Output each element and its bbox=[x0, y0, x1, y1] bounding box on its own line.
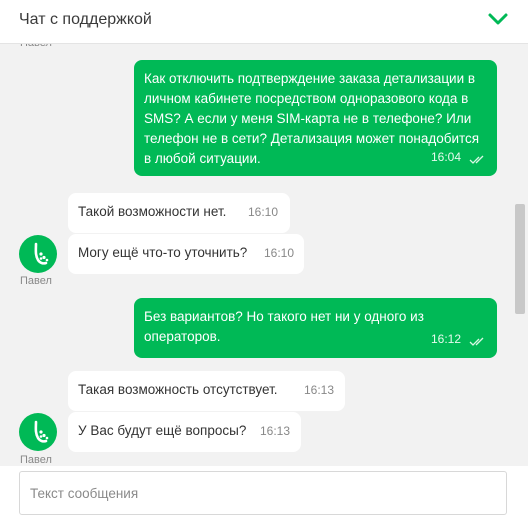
incoming-message: Такая возможность отсутствует. 16:13 bbox=[68, 371, 345, 411]
sender-name: Павел bbox=[20, 454, 52, 466]
message-time: 16:10 bbox=[264, 246, 295, 260]
message-time: 16:13 bbox=[304, 383, 335, 397]
message-time: 16:12 bbox=[430, 332, 461, 346]
double-check-icon bbox=[469, 337, 484, 346]
chat-title: Чат с поддержкой bbox=[19, 11, 152, 28]
sender-name: Павел bbox=[20, 44, 52, 49]
message-input-box bbox=[19, 471, 507, 515]
message-time: 16:13 bbox=[260, 424, 291, 438]
avatar bbox=[19, 235, 57, 273]
message-text: Такой возможности нет. bbox=[78, 204, 227, 219]
message-list[interactable]: Павел Как отключить подтверждение заказа… bbox=[0, 44, 528, 466]
message-time: 16:04 bbox=[430, 150, 461, 164]
message-time: 16:10 bbox=[248, 205, 279, 219]
avatar bbox=[19, 413, 57, 451]
chat-header: Чат с поддержкой bbox=[0, 0, 528, 44]
chevron-down-icon[interactable] bbox=[487, 11, 509, 27]
message-text: Такая возможность отсутствует. bbox=[78, 382, 278, 397]
outgoing-message: Как отключить подтверждение заказа детал… bbox=[134, 60, 497, 176]
scrollbar[interactable] bbox=[513, 44, 528, 466]
sender-name: Павел bbox=[20, 275, 52, 287]
message-text: У Вас будут ещё вопросы? bbox=[78, 423, 247, 438]
outgoing-message: Без вариантов? Но такого нет ни у одного… bbox=[134, 298, 497, 358]
message-input[interactable] bbox=[20, 472, 506, 514]
composer bbox=[0, 466, 528, 520]
incoming-message: У Вас будут ещё вопросы? 16:13 bbox=[68, 412, 301, 452]
megafon-logo-icon bbox=[34, 242, 49, 265]
incoming-message: Такой возможности нет. 16:10 bbox=[68, 193, 290, 233]
double-check-icon bbox=[469, 155, 484, 164]
scrollbar-thumb[interactable] bbox=[515, 204, 525, 314]
megafon-logo-icon bbox=[34, 420, 49, 443]
incoming-message: Могу ещё что-то уточнить? 16:10 bbox=[68, 234, 304, 274]
message-text: Могу ещё что-то уточнить? bbox=[78, 245, 248, 260]
